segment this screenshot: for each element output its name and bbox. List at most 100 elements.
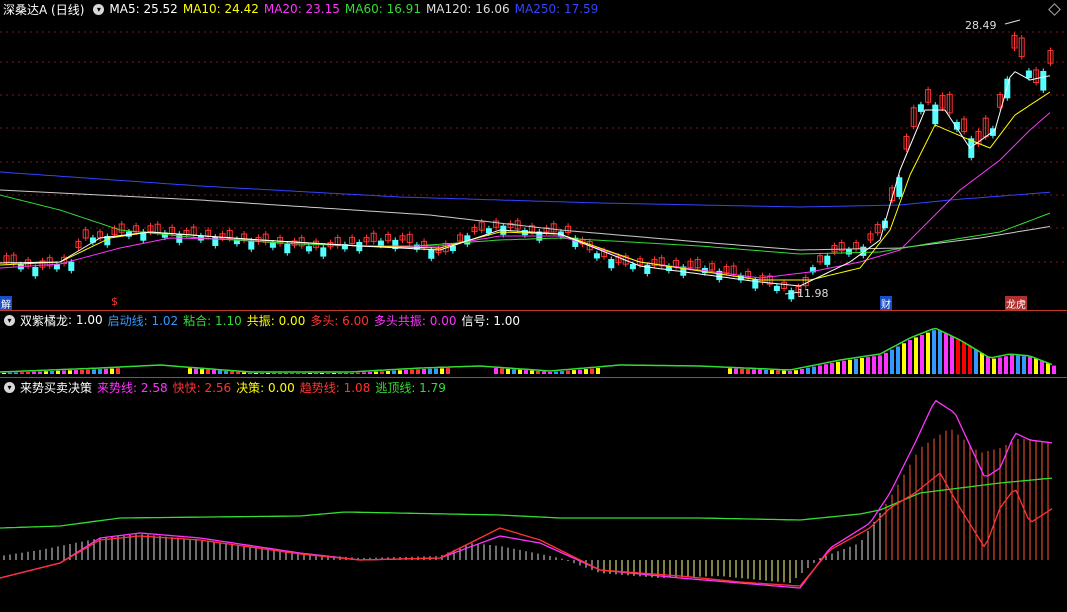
indicator1-bar [926,332,930,374]
chevron-down-icon[interactable]: ▾ [4,381,15,393]
indicator1-bar [884,352,888,374]
indicator1-bar [386,370,390,374]
indicator1-bar [62,370,66,374]
indicator1-bar [422,368,426,374]
indicator1-bar [260,373,264,374]
indicator1-bar [212,370,216,374]
indicator1-bar [836,361,840,374]
indicator2-panel[interactable]: ▾ 来势买卖决策 来势线: 2.58 快快: 2.56 决策: 0.00 趋势线… [0,378,1067,612]
indicator1-bar [1004,356,1008,374]
indicator1-bar [974,349,978,374]
ind2-field: 决策: 0.00 [236,380,295,395]
indicator1-bar [590,368,594,374]
indicator1-line [0,327,1053,373]
ind1-field: 共振: 0.00 [246,313,306,328]
indicator1-bar [776,370,780,374]
indicator1-bar [866,357,870,374]
ind1-field: 粘合: 1.10 [183,313,242,328]
indicator2-title: 来势买卖决策 [20,380,93,395]
indicator1-bar [950,336,954,374]
candle-body [917,104,924,112]
ind2-field: 趋势线: 1.08 [299,380,371,395]
indicator1-bar [770,370,774,374]
chevron-down-icon[interactable]: ▾ [93,3,105,15]
ind1-field: 多头: 6.00 [310,313,369,328]
indicator1-bar [530,370,534,374]
candle-body [320,247,327,257]
indicator1-bar [788,370,792,374]
indicator1-bar [578,369,582,374]
indicator1-bar [404,369,408,374]
marker-longhu[interactable]: 龙虎 [1005,296,1027,311]
indicator1-bar [782,370,786,374]
ma250-label: MA250: 17.59 [514,2,599,16]
stock-title: 深桑达A (日线) [3,2,85,17]
indicator1-bar [2,372,6,374]
price-chart[interactable] [0,0,1067,310]
indicator1-bar [242,372,246,374]
indicator1-bar [584,369,588,374]
indicator1-bar [998,357,1002,374]
indicator1-bar [344,373,348,374]
candle-body [428,249,435,259]
indicator1-bar [32,371,36,374]
indicator1-bar [38,371,42,374]
indicator1-bar [230,371,234,374]
indicator1-bar [1052,365,1056,374]
indicator1-bar [20,372,24,374]
ind2-field: 快快: 2.56 [172,380,232,395]
indicator1-bar [224,370,228,374]
indicator1-bar [956,339,960,374]
indicator1-bar [80,369,84,374]
indicator1-bar [206,369,210,374]
indicator1-bar [278,373,282,374]
indicator1-panel[interactable]: ▾ 双紫橘龙 : 1.00 启动线: 1.02 粘合: 1.10 共振: 0.0… [0,311,1067,377]
candle-body [824,255,831,265]
indicator1-bar [410,369,414,374]
candle-body [68,261,75,271]
indicator1-bar [86,369,90,374]
indicator1-bar [440,368,444,374]
candle-body [269,242,276,248]
indicator1-bar [44,371,48,374]
indicator1-bar [98,369,102,374]
candle-body [608,259,615,269]
indicator1-bar [116,368,120,374]
indicator1-bar [356,372,360,374]
indicator1-bar [392,370,396,374]
indicator1-bar [824,364,828,374]
indicator1-bar [338,373,342,374]
indicator1-bar [416,369,420,374]
chevron-down-icon[interactable]: ▾ [4,314,15,326]
indicator1-bar [506,368,510,374]
indicator1-bar [764,369,768,374]
candle-body [1025,70,1032,79]
indicator1-bar [248,372,252,374]
marker-cai[interactable]: 财 [880,296,892,311]
ind2-field: 来势线: 2.58 [97,380,168,395]
indicator1-bar [332,373,336,374]
main-chart-panel[interactable]: 深桑达A (日线) ▾ MA5: 25.52 MA10: 24.42 MA20:… [0,0,1067,311]
indicator1-bar [524,370,528,374]
indicator1-bar [14,372,18,374]
indicator1-bar [728,368,732,374]
indicator1-bar [380,371,384,374]
indicator1-bar [800,369,804,374]
candle-body [356,241,363,252]
indicator1-bar [1046,363,1050,374]
indicator1-bar [572,370,576,374]
indicator2-chart[interactable] [0,378,1067,612]
indicator1-bar [968,345,972,374]
indicator1-bar [734,368,738,374]
indicator1-bar [938,330,942,374]
indicator1-bar [296,373,300,374]
indicator1-bar [1022,356,1026,374]
ind1-field: : 1.00 [68,313,103,327]
marker-jie[interactable]: 解 [0,296,12,311]
marker-dollar[interactable]: $ [111,295,118,308]
candle-body [845,249,852,255]
indicator1-bar [350,373,354,374]
candle-body [788,290,795,300]
indicator1-bar [794,370,798,374]
indicator1-bar [758,369,762,374]
